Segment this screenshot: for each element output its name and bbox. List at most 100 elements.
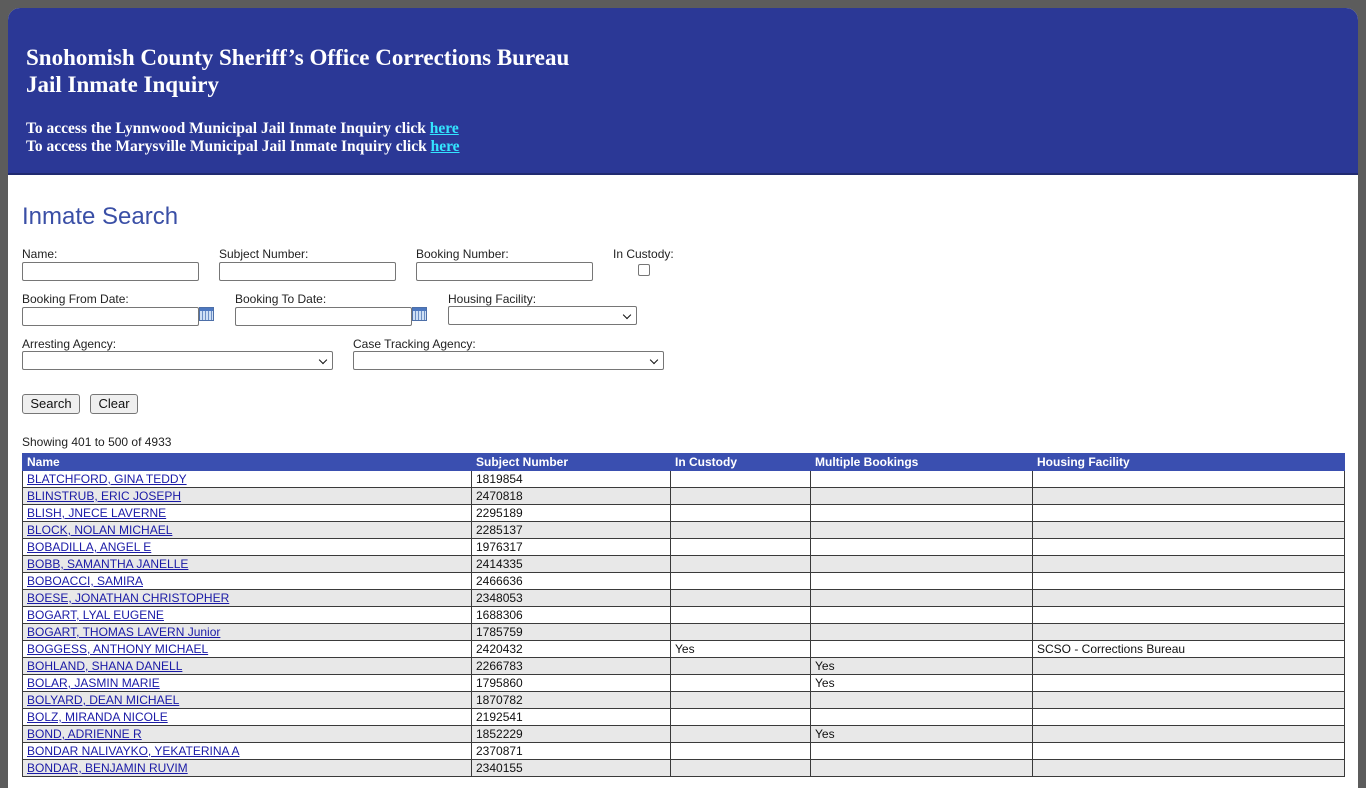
inmate-name-link[interactable]: BLOCK, NOLAN MICHAEL xyxy=(27,523,172,537)
search-button[interactable]: Search xyxy=(22,394,80,414)
inmate-name-link[interactable]: BOND, ADRIENNE R xyxy=(27,727,142,741)
inmate-name-cell[interactable]: BLOCK, NOLAN MICHAEL xyxy=(22,521,472,539)
multiple-bookings-cell: Yes xyxy=(810,674,1033,692)
column-header-in-custody[interactable]: In Custody xyxy=(670,453,811,471)
subject-number-cell: 1976317 xyxy=(471,538,671,556)
in-custody-cell xyxy=(670,470,811,488)
inmate-name-link[interactable]: BOGART, LYAL EUGENE xyxy=(27,608,164,622)
table-row: BLATCHFORD, GINA TEDDY 1819854 xyxy=(22,470,1345,488)
table-row: BOLAR, JASMIN MARIE 1795860 Yes xyxy=(22,674,1345,692)
multiple-bookings-cell xyxy=(810,487,1033,505)
inmate-name-cell[interactable]: BOBADILLA, ANGEL E xyxy=(22,538,472,556)
inmate-name-link[interactable]: BLINSTRUB, ERIC JOSEPH xyxy=(27,489,181,503)
table-row: BOND, ADRIENNE R 1852229 Yes xyxy=(22,725,1345,743)
booking-number-input[interactable] xyxy=(416,262,593,281)
clear-button[interactable]: Clear xyxy=(90,394,138,414)
in-custody-cell xyxy=(670,606,811,624)
subject-number-cell: 1852229 xyxy=(471,725,671,743)
in-custody-cell xyxy=(670,725,811,743)
subject-number-cell: 2192541 xyxy=(471,708,671,726)
inmate-name-cell[interactable]: BLATCHFORD, GINA TEDDY xyxy=(22,470,472,488)
inmate-search-heading: Inmate Search xyxy=(22,203,179,230)
in-custody-cell xyxy=(670,504,811,522)
inmate-name-cell[interactable]: BOHLAND, SHANA DANELL xyxy=(22,657,472,675)
table-row: BOHLAND, SHANA DANELL 2266783 Yes xyxy=(22,657,1345,675)
housing-facility-cell xyxy=(1032,708,1345,726)
subject-number-cell: 1688306 xyxy=(471,606,671,624)
housing-facility-cell xyxy=(1032,674,1345,692)
housing-facility-cell xyxy=(1032,623,1345,641)
housing-facility-cell xyxy=(1032,759,1345,777)
table-row: BLISH, JNECE LAVERNE 2295189 xyxy=(22,504,1345,522)
housing-facility-cell xyxy=(1032,606,1345,624)
subject-number-cell: 1795860 xyxy=(471,674,671,692)
table-row: BOGART, LYAL EUGENE 1688306 xyxy=(22,606,1345,624)
marysville-here-link[interactable]: here xyxy=(431,138,460,155)
column-header-name[interactable]: Name xyxy=(22,453,472,471)
inmate-name-cell[interactable]: BOLZ, MIRANDA NICOLE xyxy=(22,708,472,726)
subject-number-cell: 2348053 xyxy=(471,589,671,607)
housing-facility-cell xyxy=(1032,538,1345,556)
arresting-agency-select[interactable] xyxy=(22,351,333,370)
table-row: BLINSTRUB, ERIC JOSEPH 2470818 xyxy=(22,487,1345,505)
in-custody-cell xyxy=(670,521,811,539)
inmate-name-cell[interactable]: BONDAR NALIVAYKO, YEKATERINA A xyxy=(22,742,472,760)
inmate-name-cell[interactable]: BOGGESS, ANTHONY MICHAEL xyxy=(22,640,472,658)
inmate-name-cell[interactable]: BLISH, JNECE LAVERNE xyxy=(22,504,472,522)
subject-number-cell: 2414335 xyxy=(471,555,671,573)
inmate-name-link[interactable]: BOBADILLA, ANGEL E xyxy=(27,540,151,554)
inmate-name-cell[interactable]: BOBOACCI, SAMIRA xyxy=(22,572,472,590)
inmate-name-link[interactable]: BOESE, JONATHAN CHRISTOPHER xyxy=(27,591,229,605)
inmate-name-cell[interactable]: BOLYARD, DEAN MICHAEL xyxy=(22,691,472,709)
page-subtitle: Jail Inmate Inquiry xyxy=(26,72,219,97)
table-row: BOESE, JONATHAN CHRISTOPHER 2348053 xyxy=(22,589,1345,607)
inmate-name-cell[interactable]: BOGART, THOMAS LAVERN Junior xyxy=(22,623,472,641)
lynnwood-access-text: To access the Lynnwood Municipal Jail In… xyxy=(26,120,459,138)
inmate-name-link[interactable]: BOLAR, JASMIN MARIE xyxy=(27,676,160,690)
housing-facility-select[interactable] xyxy=(448,306,637,325)
inmate-name-link[interactable]: BOGGESS, ANTHONY MICHAEL xyxy=(27,642,208,656)
calendar-icon[interactable] xyxy=(199,307,214,321)
subject-number-label: Subject Number: xyxy=(219,247,309,261)
inmate-name-link[interactable]: BONDAR NALIVAYKO, YEKATERINA A xyxy=(27,744,240,758)
multiple-bookings-cell xyxy=(810,606,1033,624)
in-custody-cell xyxy=(670,674,811,692)
column-header-housing-facility[interactable]: Housing Facility xyxy=(1032,453,1345,471)
column-header-subject-number[interactable]: Subject Number xyxy=(471,453,671,471)
subject-number-input[interactable] xyxy=(219,262,396,281)
inmate-name-cell[interactable]: BOBB, SAMANTHA JANELLE xyxy=(22,555,472,573)
marysville-access-text: To access the Marysville Municipal Jail … xyxy=(26,138,460,156)
inmate-name-cell[interactable]: BONDAR, BENJAMIN RUVIM xyxy=(22,759,472,777)
housing-facility-cell xyxy=(1032,470,1345,488)
inmate-name-cell[interactable]: BOGART, LYAL EUGENE xyxy=(22,606,472,624)
table-row: BONDAR NALIVAYKO, YEKATERINA A 2370871 xyxy=(22,742,1345,760)
inmate-name-link[interactable]: BLISH, JNECE LAVERNE xyxy=(27,506,166,520)
inmate-name-link[interactable]: BONDAR, BENJAMIN RUVIM xyxy=(27,761,188,775)
inmate-name-link[interactable]: BOBOACCI, SAMIRA xyxy=(27,574,143,588)
lynnwood-here-link[interactable]: here xyxy=(430,120,459,137)
case-tracking-agency-select[interactable] xyxy=(353,351,664,370)
calendar-icon[interactable] xyxy=(412,307,427,321)
name-input[interactable] xyxy=(22,262,199,281)
in-custody-checkbox[interactable] xyxy=(638,264,650,276)
column-header-multiple-bookings[interactable]: Multiple Bookings xyxy=(810,453,1033,471)
inmate-name-link[interactable]: BOLZ, MIRANDA NICOLE xyxy=(27,710,168,724)
booking-to-date-input[interactable] xyxy=(235,307,412,326)
inmate-name-link[interactable]: BOGART, THOMAS LAVERN Junior xyxy=(27,625,220,639)
inmate-name-link[interactable]: BOLYARD, DEAN MICHAEL xyxy=(27,693,179,707)
booking-from-date-input[interactable] xyxy=(22,307,199,326)
results-table: Name Subject Number In Custody Multiple … xyxy=(22,453,1345,777)
inmate-name-link[interactable]: BLATCHFORD, GINA TEDDY xyxy=(27,472,187,486)
in-custody-cell xyxy=(670,623,811,641)
inmate-name-cell[interactable]: BOESE, JONATHAN CHRISTOPHER xyxy=(22,589,472,607)
inmate-name-cell[interactable]: BOLAR, JASMIN MARIE xyxy=(22,674,472,692)
inmate-name-cell[interactable]: BLINSTRUB, ERIC JOSEPH xyxy=(22,487,472,505)
name-label: Name: xyxy=(22,247,58,261)
housing-facility-cell xyxy=(1032,572,1345,590)
inmate-name-cell[interactable]: BOND, ADRIENNE R xyxy=(22,725,472,743)
multiple-bookings-cell xyxy=(810,470,1033,488)
multiple-bookings-cell: Yes xyxy=(810,657,1033,675)
table-row: BONDAR, BENJAMIN RUVIM 2340155 xyxy=(22,759,1345,777)
inmate-name-link[interactable]: BOBB, SAMANTHA JANELLE xyxy=(27,557,188,571)
inmate-name-link[interactable]: BOHLAND, SHANA DANELL xyxy=(27,659,182,673)
